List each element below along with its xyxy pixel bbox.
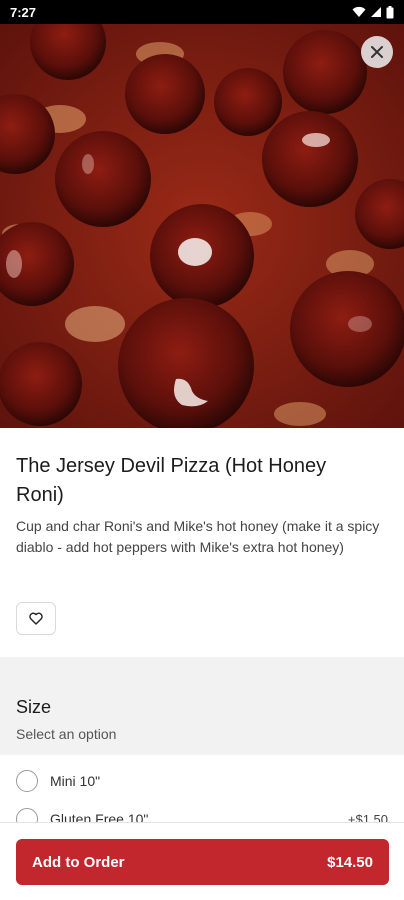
favorite-button[interactable] [16,602,56,635]
close-icon [371,46,383,58]
pepperoni-pizza-photo [0,24,404,428]
add-to-order-label: Add to Order [32,853,125,871]
status-time: 7:27 [10,4,37,20]
bottom-action-bar: Add to Order $14.50 [0,822,404,900]
size-section-title: Size [16,697,52,717]
wifi-icon [352,6,366,18]
radio-button[interactable] [16,770,38,792]
add-to-order-button[interactable]: Add to Order $14.50 [16,839,389,885]
status-bar: 7:27 [0,0,404,24]
size-section-subtitle: Select an option [16,726,117,742]
status-icons [352,5,394,19]
option-label: Mini 10" [50,773,101,789]
cell-signal-icon [370,6,382,18]
hero-image [0,24,404,428]
battery-icon [386,5,394,19]
item-title: The Jersey Devil Pizza (Hot Honey Roni) [16,455,327,506]
item-description: Cup and char Roni's and Mike's hot honey… [16,518,380,555]
heart-outline-icon [29,612,43,625]
close-button[interactable] [361,36,393,68]
order-price: $14.50 [327,853,373,871]
